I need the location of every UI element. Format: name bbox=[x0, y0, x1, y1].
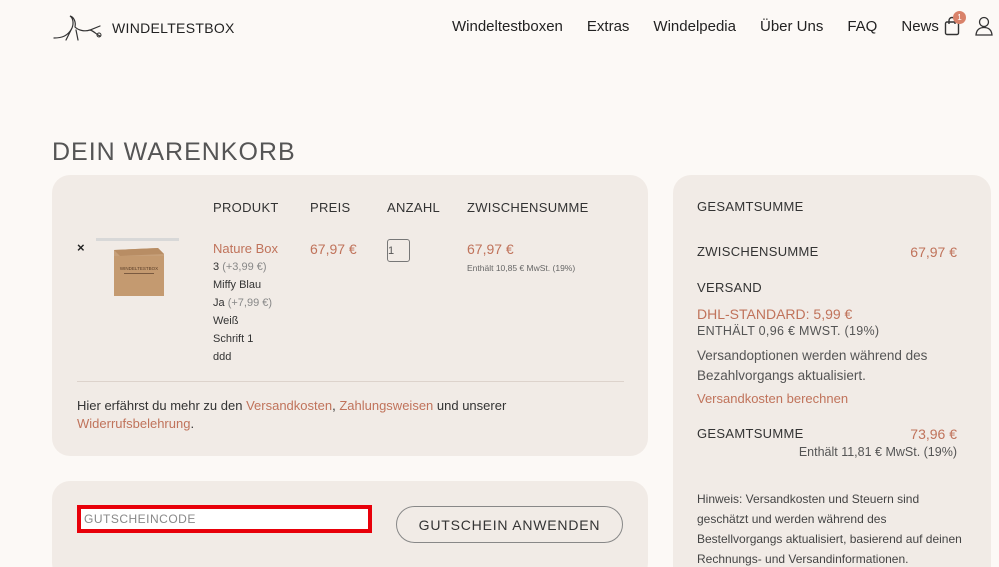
item-tax-note: Enthält 10,85 € MwSt. (19%) bbox=[467, 263, 576, 273]
item-subtotal: 67,97 € bbox=[467, 241, 514, 257]
item-price: 67,97 € bbox=[310, 241, 357, 257]
subtotal-value: 67,97 € bbox=[910, 244, 957, 260]
product-meta-line: 3 (+3,99 €) bbox=[213, 261, 267, 273]
product-image-label: WINDELTESTBOX bbox=[120, 266, 158, 271]
grand-total-value: 73,96 € bbox=[910, 426, 957, 442]
stork-logo-icon bbox=[53, 15, 102, 41]
page-title: DEIN WARENKORB bbox=[52, 138, 296, 166]
withdrawal-policy-link[interactable]: Widerrufsbelehrung bbox=[77, 416, 190, 431]
shipping-costs-link[interactable]: Versandkosten bbox=[246, 398, 332, 413]
nav-item-ueber-uns[interactable]: Über Uns bbox=[760, 18, 823, 35]
shipping-label: VERSAND bbox=[697, 280, 762, 295]
product-name-link[interactable]: Nature Box bbox=[213, 241, 278, 256]
column-header-quantity: ANZAHL bbox=[387, 200, 441, 215]
nav-item-windelpedia[interactable]: Windelpedia bbox=[653, 18, 736, 35]
totals-heading: GESAMTSUMME bbox=[697, 199, 804, 214]
quantity-input[interactable] bbox=[387, 239, 410, 262]
cart-count-badge: 1 bbox=[953, 11, 966, 24]
nav-item-extras[interactable]: Extras bbox=[587, 18, 630, 35]
site-logo[interactable]: WINDELTESTBOX bbox=[52, 14, 235, 42]
product-meta-line: Schrift 1 bbox=[213, 333, 254, 345]
product-meta-line: ddd bbox=[213, 351, 232, 363]
subtotal-label: ZWISCHENSUMME bbox=[697, 244, 819, 259]
calculate-shipping-link[interactable]: Versandkosten berechnen bbox=[697, 391, 848, 406]
nav-item-windeltestboxen[interactable]: Windeltestboxen bbox=[452, 18, 563, 35]
coupon-code-input[interactable] bbox=[77, 505, 372, 533]
shipping-rate: DHL-STANDARD: 5,99 € bbox=[697, 306, 853, 322]
nav-item-news[interactable]: News bbox=[901, 18, 939, 35]
column-header-price: PREIS bbox=[310, 200, 351, 215]
cart-info-text: Hier erfährst du mehr zu den Versandkost… bbox=[77, 398, 507, 431]
shipping-options-note: Versandoptionen werden während des Bezah… bbox=[697, 348, 928, 383]
product-image[interactable]: WINDELTESTBOX bbox=[96, 238, 179, 300]
payment-methods-link[interactable]: Zahlungsweisen bbox=[339, 398, 433, 413]
logo-text: WINDELTESTBOX bbox=[112, 20, 235, 36]
column-header-product: PRODUKT bbox=[213, 200, 279, 215]
shipping-hint-text: Hinweis: Versandkosten und Steuern sind … bbox=[697, 492, 962, 566]
product-meta-line: Miffy Blau bbox=[213, 279, 262, 291]
product-meta-line: Weiß bbox=[213, 315, 239, 327]
main-nav: Windeltestboxen Extras Windelpedia Über … bbox=[452, 18, 963, 35]
user-account-icon[interactable] bbox=[975, 16, 993, 36]
shipping-tax-note: ENTHÄLT 0,96 € MWST. (19%) bbox=[697, 324, 880, 338]
product-meta-line: Ja (+7,99 €) bbox=[213, 297, 273, 309]
apply-coupon-button[interactable]: GUTSCHEIN ANWENDEN bbox=[396, 506, 623, 543]
divider bbox=[77, 381, 624, 382]
grand-total-tax-note: Enthält 11,81 € MwSt. (19%) bbox=[798, 445, 957, 459]
remove-item-icon[interactable]: × bbox=[77, 240, 85, 255]
grand-total-label: GESAMTSUMME bbox=[697, 426, 804, 441]
column-header-subtotal: ZWISCHENSUMME bbox=[467, 200, 589, 215]
nav-item-faq[interactable]: FAQ bbox=[847, 18, 877, 35]
